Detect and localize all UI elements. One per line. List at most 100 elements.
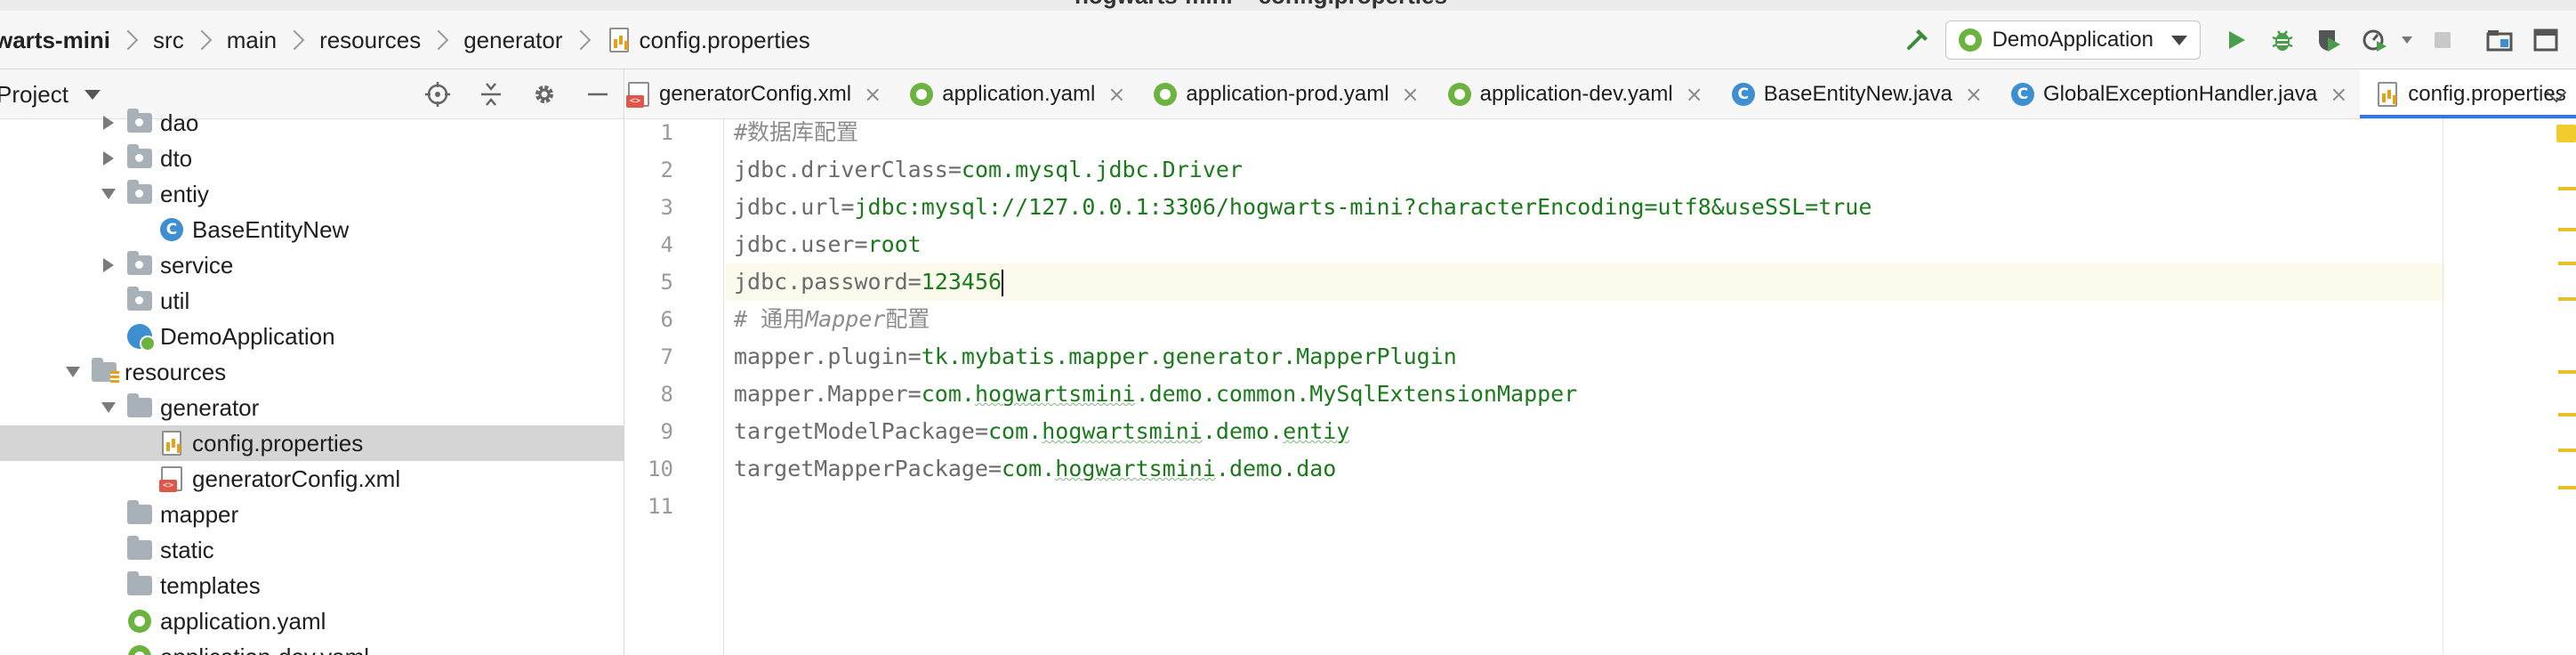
run-configuration-select[interactable]: DemoApplication [1944, 20, 2201, 60]
tree-item-label: generator [160, 393, 260, 421]
tree-item[interactable]: templates [0, 568, 624, 603]
warning-marker[interactable] [2558, 228, 2576, 231]
close-icon[interactable]: × [1965, 82, 1983, 107]
stop-icon[interactable] [2425, 22, 2460, 58]
breadcrumb-item[interactable]: src [153, 27, 184, 54]
tree-item[interactable]: config.properties [0, 425, 624, 461]
line-number: 11 [648, 494, 673, 519]
code-line[interactable]: mapper.Mapper=com.hogwartsmini.demo.comm… [725, 376, 2445, 413]
java-class-icon: C [158, 217, 185, 242]
warning-marker[interactable] [2558, 187, 2576, 190]
breadcrumb-label: src [153, 26, 184, 53]
editor-tab[interactable]: application.yaml × [894, 69, 1138, 118]
close-icon[interactable]: × [864, 82, 881, 107]
folder-icon [126, 500, 153, 527]
run-toolbar: DemoApplication [1894, 11, 2576, 69]
collapse-arrow-icon[interactable] [100, 256, 117, 274]
error-stripe[interactable] [2549, 119, 2576, 655]
editor-tab[interactable]: application-prod.yaml × [1138, 69, 1431, 118]
tree-item[interactable]: generator [0, 390, 624, 425]
editor-tab[interactable]: application-dev.yaml × [1432, 69, 1716, 118]
tree-item[interactable]: DemoApplication [0, 319, 624, 354]
profile-icon[interactable] [2357, 22, 2393, 58]
editor-tab[interactable]: C GlobalExceptionHandler.java × [1995, 69, 2360, 118]
line-number-gutter[interactable]: 1 2 3 4 5 6 7 8 9 10 11 [625, 119, 724, 655]
collapse-arrow-icon[interactable] [100, 114, 117, 132]
breadcrumb-item[interactable]: resources [319, 27, 421, 54]
code-line[interactable]: # 通用Mapper配置 [725, 301, 2445, 338]
code-area[interactable]: #数据库配置 jdbc.driverClass=com.mysql.jdbc.Dr… [725, 119, 2445, 655]
breadcrumb-item[interactable]: main [227, 27, 277, 54]
editor-tab[interactable]: C BaseEntityNew.java × [1716, 69, 1995, 118]
hammer-icon[interactable] [1899, 22, 1935, 58]
editor-tab[interactable]: config.properties [2360, 69, 2576, 118]
chevron-down-icon[interactable] [2398, 22, 2416, 58]
breadcrumb-item[interactable]: config.properties [606, 27, 810, 54]
code-line[interactable]: targetMapperPackage=com.hogwartsmini.dem… [725, 450, 2445, 488]
coverage-icon[interactable] [2311, 22, 2347, 58]
tree-item[interactable]: C BaseEntityNew [0, 212, 624, 247]
tree-item[interactable]: mapper [0, 497, 624, 532]
tree-item-label: config.properties [192, 429, 364, 457]
folder-icon [126, 536, 153, 562]
code-line[interactable]: #数据库配置 [725, 114, 2445, 151]
close-icon[interactable]: × [1686, 82, 1703, 107]
properties-file-icon [158, 431, 185, 456]
property-value: com. [1002, 456, 1056, 481]
code-line[interactable]: jdbc.driverClass=com.mysql.jdbc.Driver [725, 151, 2445, 189]
debug-icon[interactable] [2265, 22, 2300, 58]
expand-arrow-icon[interactable] [100, 399, 117, 416]
tree-item[interactable]: service [0, 247, 624, 283]
window-title-bar: hogwarts-mini – config.properties [0, 0, 2576, 11]
code-line[interactable]: jdbc.url=jdbc:mysql://127.0.0.1:3306/hog… [725, 189, 2445, 226]
breadcrumb-item[interactable]: warts-mini [0, 27, 110, 54]
equals-sign: = [907, 344, 922, 369]
tree-item[interactable]: dao [0, 105, 624, 141]
spring-boot-icon [1957, 28, 1984, 53]
folder-icon [126, 393, 153, 420]
run-icon[interactable] [2218, 22, 2254, 58]
comment-text: # 通用 [734, 306, 806, 332]
close-icon[interactable]: × [2330, 82, 2347, 107]
tree-item[interactable]: dto [0, 141, 624, 176]
tree-item[interactable]: static [0, 532, 624, 568]
line-number: 5 [660, 270, 673, 295]
warning-marker[interactable] [2558, 486, 2576, 489]
tree-item[interactable]: application-dev.yaml [0, 639, 624, 655]
tree-item[interactable]: generatorConfig.xml [0, 461, 624, 497]
warning-marker[interactable] [2558, 449, 2576, 452]
line-number: 8 [660, 382, 673, 407]
close-icon[interactable]: × [1107, 82, 1125, 107]
close-icon[interactable]: × [1402, 82, 1420, 107]
code-line[interactable] [725, 488, 2445, 525]
expand-arrow-icon[interactable] [64, 363, 82, 381]
code-line[interactable]: mapper.plugin=tk.mybatis.mapper.generato… [725, 338, 2445, 376]
warning-marker[interactable] [2558, 262, 2576, 265]
collapse-arrow-icon[interactable] [100, 150, 117, 167]
code-line[interactable]: jdbc.password=123456 [725, 263, 2445, 301]
tree-item[interactable]: util [0, 283, 624, 319]
warning-marker[interactable] [2556, 125, 2576, 142]
project-structure-icon[interactable] [2482, 22, 2517, 58]
warning-marker[interactable] [2558, 297, 2576, 301]
property-key: mapper.plugin [734, 344, 908, 369]
code-line[interactable]: targetModelPackage=com.hogwartsmini.demo… [725, 413, 2445, 450]
expand-arrow-icon[interactable] [100, 185, 117, 203]
tree-item[interactable]: entiy [0, 176, 624, 212]
code-line[interactable]: jdbc.user=root [725, 226, 2445, 263]
editor-tab[interactable]: generatorConfig.xml × [625, 69, 894, 118]
code-editor[interactable]: 1 2 3 4 5 6 7 8 9 10 11 #数据库配置 jdbc.driverClass=com… [625, 119, 2576, 655]
layout-icon[interactable] [2528, 22, 2564, 58]
warning-marker[interactable] [2558, 370, 2576, 374]
window-title: hogwarts-mini – config.properties [1075, 0, 1447, 10]
tree-item[interactable]: resources [0, 354, 624, 390]
tree-item[interactable]: application.yaml [0, 603, 624, 639]
warning-marker[interactable] [2558, 413, 2576, 416]
line-number: 6 [660, 307, 673, 332]
tree-item-label: application.yaml [160, 607, 326, 635]
spring-boot-app-icon [126, 324, 156, 352]
chevron-right-icon [191, 29, 213, 51]
xml-file-icon [625, 82, 652, 108]
breadcrumb-item[interactable]: generator [463, 27, 562, 54]
